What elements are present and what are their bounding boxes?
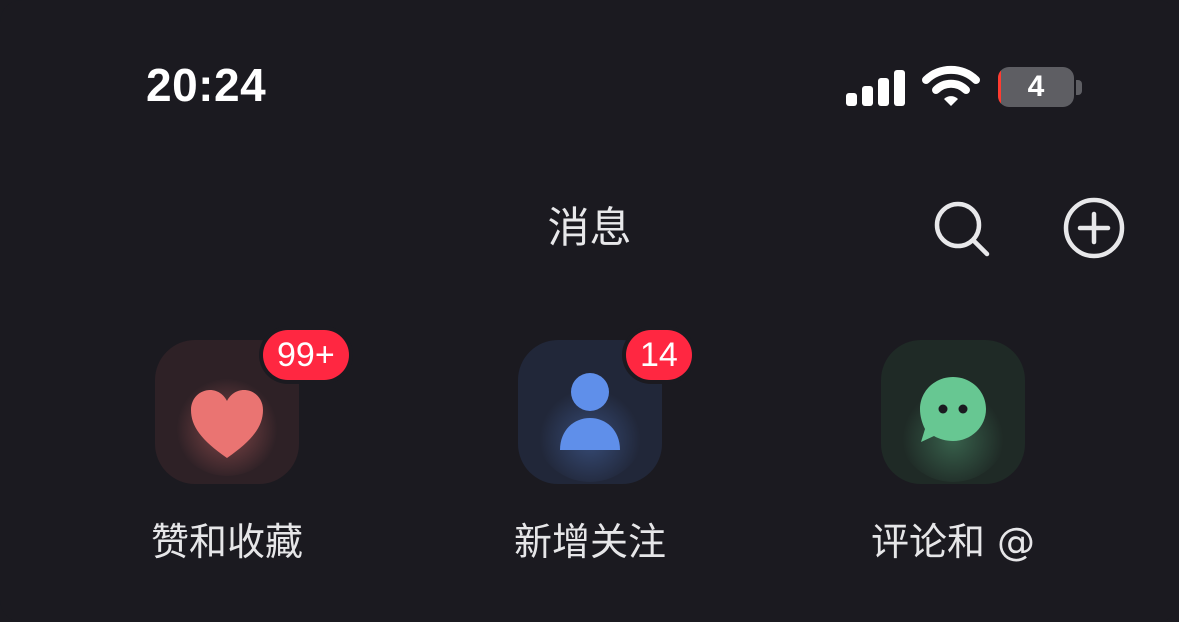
category-label: 新增关注 (513, 520, 666, 564)
battery-level: 4 (1027, 70, 1045, 103)
battery-cap (1076, 80, 1082, 95)
search-icon (934, 201, 990, 257)
battery-indicator: 4 (998, 67, 1074, 107)
category-comments-mentions[interactable]: 评论和 @ (833, 330, 1073, 580)
followers-badge: 14 (626, 330, 692, 380)
status-time: 20:24 (146, 59, 267, 111)
chat-bubble-icon (897, 370, 1009, 482)
category-likes-favorites[interactable]: 99+ 赞和收藏 (107, 330, 349, 580)
likes-badge: 99+ (263, 330, 349, 380)
category-new-followers[interactable]: 14 新增关注 (470, 330, 710, 580)
add-button[interactable] (1062, 196, 1126, 260)
page-title: 消息 (547, 203, 632, 252)
comments-tile (881, 340, 1025, 484)
wifi-icon (922, 65, 980, 106)
add-circle-icon (1063, 197, 1125, 259)
category-label: 评论和 @ (870, 520, 1036, 564)
messages-screen: 20:24 4 消息 99+ 赞和收藏 14 新增关注 评论和 @ (0, 0, 1179, 622)
category-label: 赞和收藏 (150, 520, 303, 564)
cellular-signal-icon (846, 70, 906, 106)
search-button[interactable] (930, 196, 994, 260)
